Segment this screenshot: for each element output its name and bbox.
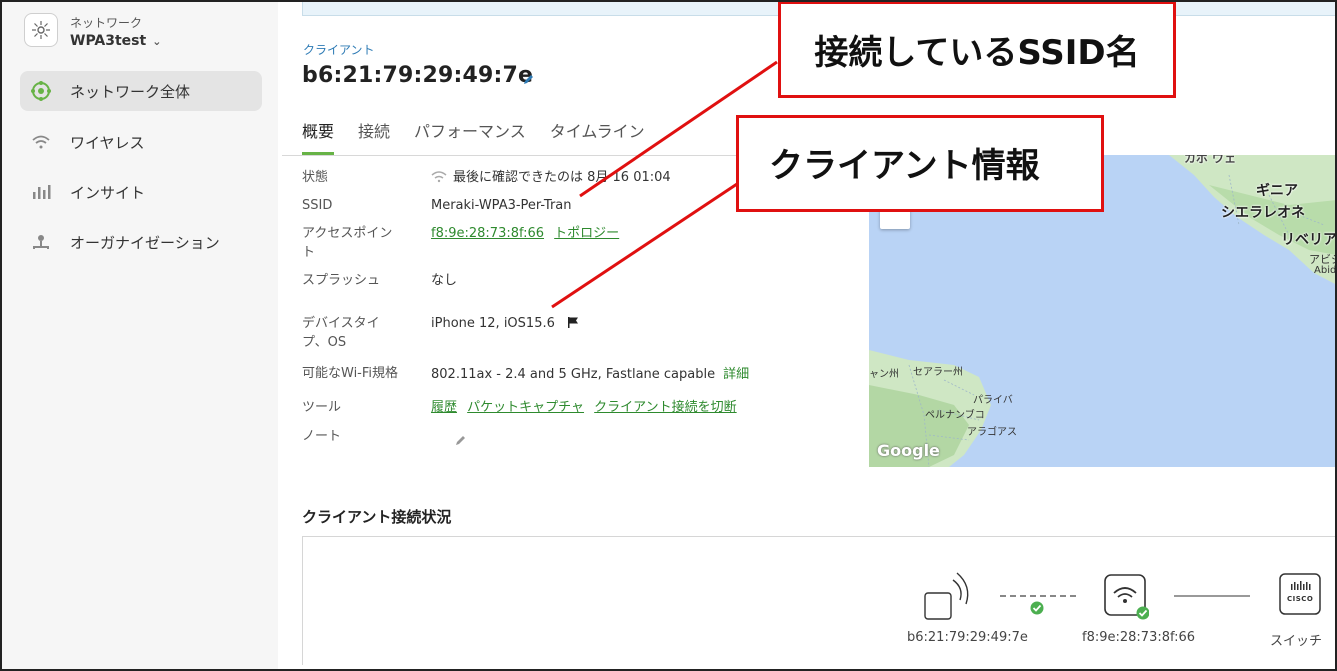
network-label: ネットワーク [70,16,143,30]
wifi-icon [30,131,52,153]
access-point-icon[interactable] [1103,573,1150,625]
map-label-ceara: セアラー州 [913,367,963,378]
connection-status-title: クライアント接続状況 [302,508,452,526]
annotation-client-info: クライアント情報 [736,115,1104,212]
switch-label: スイッチ [1270,634,1323,649]
map-label-paraiba: パライバ [973,395,1013,406]
network-selector-icon[interactable] [24,13,58,47]
ap-mac-label: f8:9e:28:73:8f:66 [1082,630,1196,645]
packet-capture-link[interactable]: パケットキャプチャ [467,400,584,415]
status-value: 最後に確認できたのは 8月 16 01:04 [453,170,671,185]
sidebar: ネットワーク WPA3test ⌄ ネットワーク全体 ワイヤレス インサイト オ… [2,2,278,669]
tab-bar: 概要 接続 パフォーマンス タイムライン [302,118,669,156]
topology-link[interactable]: トポロジー [554,226,619,241]
wifi-standard-value: 802.11ax - 2.4 and 5 GHz, Fastlane capab… [431,367,716,382]
wifi-status-icon [431,170,447,189]
annotation-ssid-name: 接続しているSSID名 [778,1,1176,98]
chevron-down-icon: ⌄ [152,35,162,48]
map-label-maranhao: ャン州 [869,369,899,380]
map-label-guinea: ギニア [1256,183,1298,199]
sidebar-item-insight[interactable]: インサイト [20,172,262,212]
sidebar-item-label: インサイト [70,183,146,202]
ap-label-line1: アクセスポイン [302,226,393,241]
wifi-detail-link[interactable]: 詳細 [723,367,749,382]
device-value-row: iPhone 12, iOS15.6 [431,314,579,334]
status-label: 状態 [302,170,329,185]
connection-status-panel [302,536,1337,665]
network-hub-icon [32,21,50,39]
sidebar-item-wireless[interactable]: ワイヤレス [20,122,262,162]
page-title: b6:21:79:29:49:7e [302,63,534,88]
tools-label: ツール [302,400,342,415]
ap-value-row: f8:9e:28:73:8f:66 トポロジー [431,224,625,243]
network-selector[interactable]: WPA3test ⌄ [70,33,161,49]
note-label: ノート [302,429,342,444]
history-link[interactable]: 履歴 [431,400,457,415]
device-label-line1: デバイスタイ [302,316,380,331]
tab-performance[interactable]: パフォーマンス [414,118,526,156]
flag-icon[interactable] [567,315,579,334]
sidebar-item-label: オーガナイゼーション [70,233,220,252]
network-name: WPA3test [70,33,147,49]
device-value: iPhone 12, iOS15.6 [431,316,555,331]
client-to-ap-link [1000,595,1076,597]
status-value-row: 最後に確認できたのは 8月 16 01:04 [431,168,671,189]
ssid-value: Meraki-WPA3-Per-Tran [431,198,572,213]
client-mac-label: b6:21:79:29:49:7e [907,630,1028,645]
wifi-standard-row: 802.11ax - 2.4 and 5 GHz, Fastlane capab… [431,365,749,384]
ap-label: アクセスポイン ト [302,224,392,262]
breadcrumb[interactable]: クライアント [303,41,375,58]
wifi-standard-label: 可能なWi-Fi規格 [302,366,399,381]
splash-value: なし [431,273,458,288]
ssid-label: SSID [302,198,333,213]
tools-row: 履歴 パケットキャプチャ クライアント接続を切断 [431,398,743,417]
tab-timeline[interactable]: タイムライン [550,118,645,156]
ap-mac-link[interactable]: f8:9e:28:73:8f:66 [431,226,544,241]
note-edit-pencil-icon[interactable] [455,431,467,450]
tab-connection[interactable]: 接続 [358,118,390,156]
organization-icon [30,231,52,253]
device-label: デバイスタイ プ、OS [302,314,380,352]
google-logo: Google [877,441,940,460]
network-icon [30,80,52,102]
ap-label-line2: ト [302,245,316,260]
sidebar-item-organization[interactable]: オーガナイゼーション [20,222,262,262]
sidebar-item-network-wide[interactable]: ネットワーク全体 [20,71,262,111]
link-ok-check-icon [1030,600,1044,619]
map-label-pernambuco: ペルナンブコ [925,410,985,421]
map-label-sierra-leone: シエラレオネ [1221,205,1305,221]
disconnect-client-link[interactable]: クライアント接続を切断 [594,400,736,415]
device-label-line2: プ、OS [302,335,347,350]
map-label-liberia: リベリア [1281,232,1337,248]
sidebar-item-label: ネットワーク全体 [70,82,191,101]
map-label-top: カボ ヴェ [1184,155,1237,165]
edit-pencil-icon[interactable] [522,71,535,90]
client-device-icon[interactable] [920,566,978,628]
map-label-alagoas: アラゴアス [967,427,1017,438]
sidebar-item-label: ワイヤレス [70,133,145,152]
splash-label: スプラッシュ [302,273,381,288]
cisco-logo-text: CISCO [1287,595,1314,603]
bar-chart-icon [30,181,52,203]
tab-overview[interactable]: 概要 [302,118,335,156]
map-label-abidjan: Abid [1314,265,1337,276]
ap-to-switch-link [1174,595,1250,597]
